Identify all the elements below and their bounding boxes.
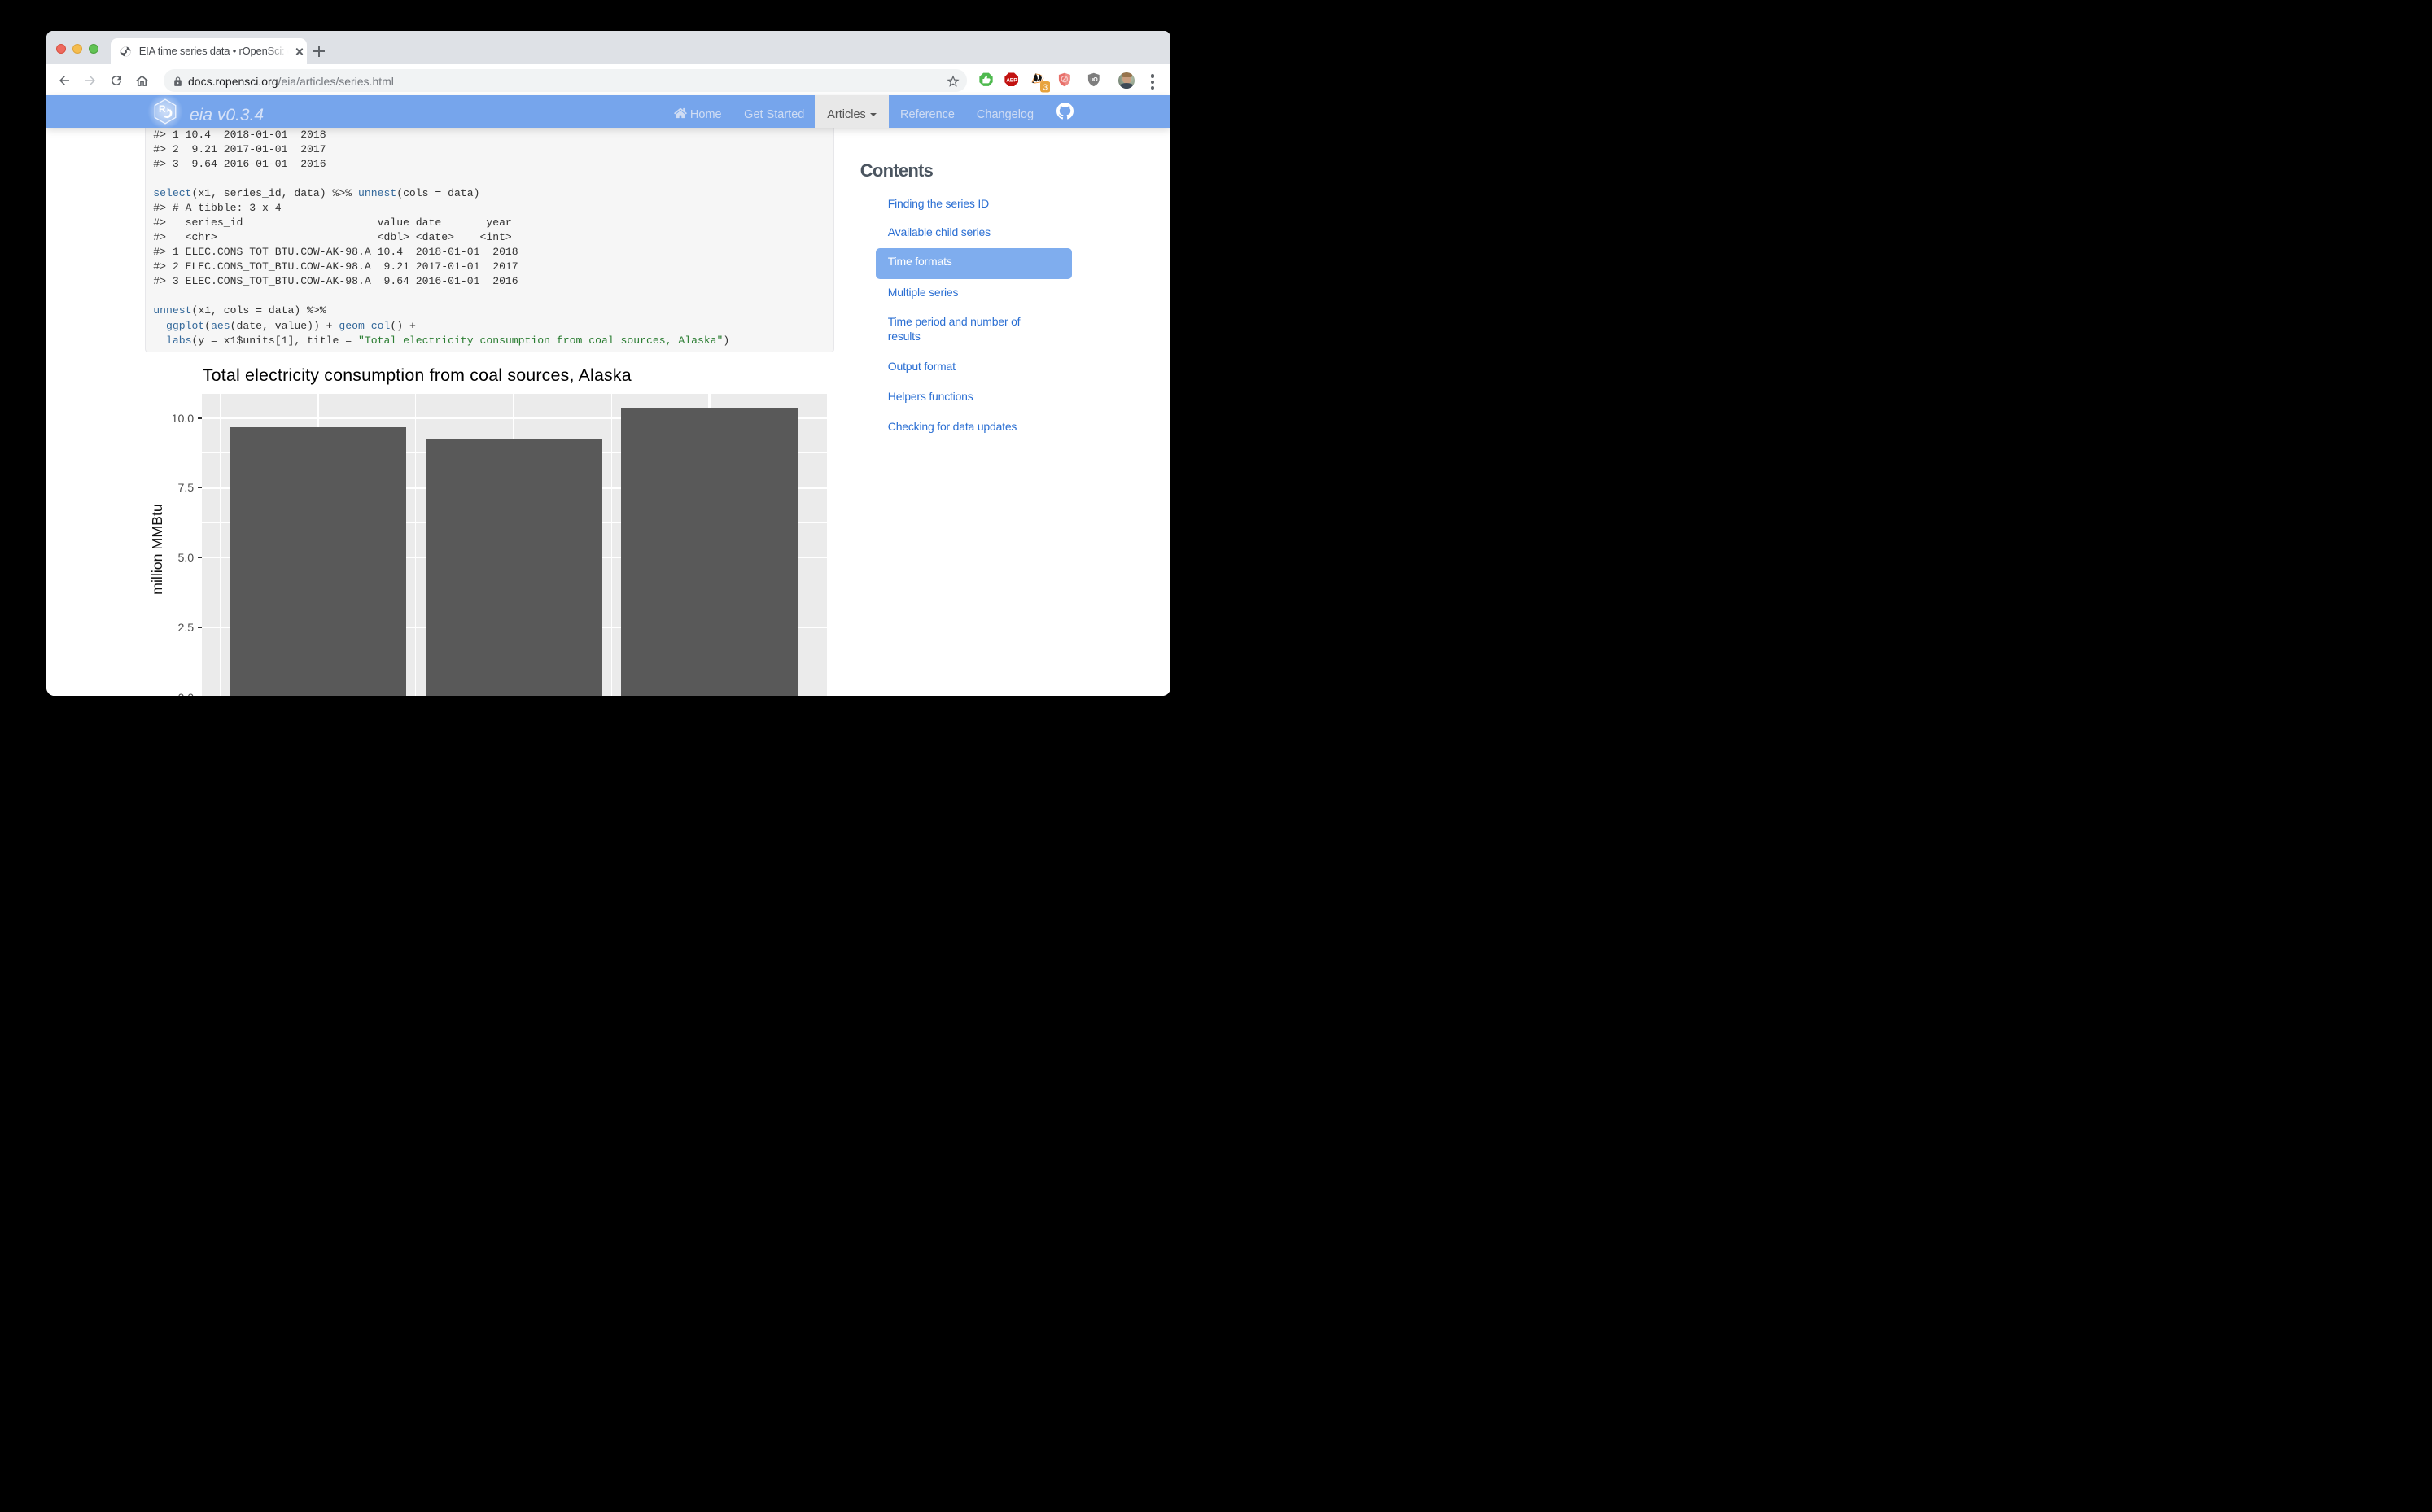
svg-text:3: 3 <box>1043 84 1048 93</box>
svg-text:uO: uO <box>1091 77 1099 83</box>
svg-text:ABP: ABP <box>1007 77 1018 83</box>
svg-text:R: R <box>159 103 166 115</box>
